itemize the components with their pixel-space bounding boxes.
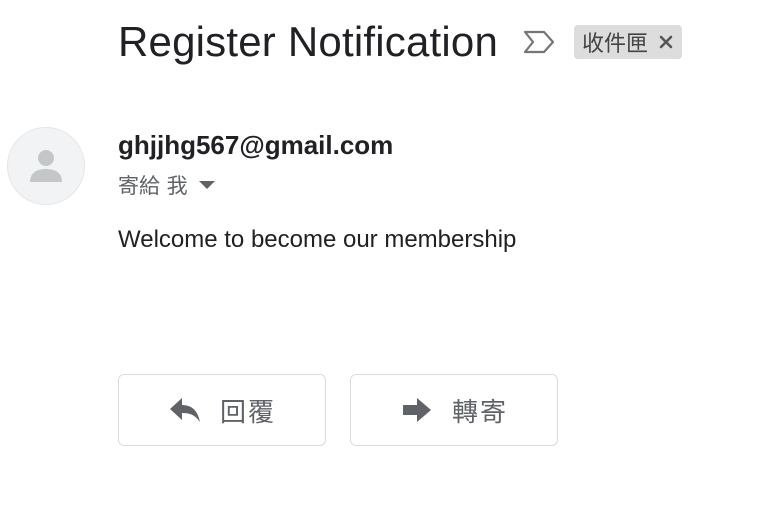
inbox-label-chip: 收件匣: [574, 25, 683, 59]
email-header: Register Notification 收件匣: [118, 14, 683, 70]
sender-avatar[interactable]: [7, 127, 85, 205]
forward-label: 轉寄: [451, 397, 508, 428]
close-icon[interactable]: [658, 34, 674, 50]
inbox-label-text: 收件匣: [582, 32, 649, 57]
recipient-details-toggle[interactable]: 寄給 我: [118, 170, 216, 200]
recipient-text: 寄給 我: [118, 174, 188, 198]
caret-down-icon[interactable]: [198, 180, 216, 190]
importance-marker-icon[interactable]: [522, 27, 556, 57]
forward-button[interactable]: 轉寄: [350, 374, 558, 446]
reply-button[interactable]: 回覆: [118, 374, 326, 446]
reply-arrow-icon: [168, 395, 202, 425]
sender-email[interactable]: ghjjhg567@gmail.com: [118, 130, 393, 161]
reply-label: 回覆: [219, 397, 276, 428]
person-icon: [30, 150, 62, 182]
forward-arrow-icon: [400, 395, 434, 425]
email-body: Welcome to become our membership: [118, 226, 517, 253]
email-subject: Register Notification: [118, 18, 499, 65]
